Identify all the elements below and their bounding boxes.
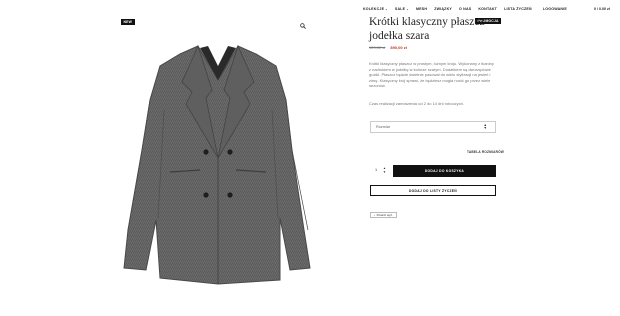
quantity-value: 1 <box>375 168 378 172</box>
product-image[interactable] <box>120 40 316 290</box>
nav-item-kolekcje[interactable]: KOLEKCJE⌄ <box>363 7 388 11</box>
stepper-arrows-icon[interactable]: ▲ ▼ <box>383 166 386 174</box>
back-label: Powrót wyż. <box>376 213 393 217</box>
nav-item-kontakt[interactable]: KONTAKT <box>478 7 497 11</box>
size-table-link[interactable]: TABELA ROZMIARÓW <box>467 150 504 154</box>
cart-link[interactable]: 0 / 0.00 zł <box>594 7 610 11</box>
sale-price: 890,00 zł <box>390 45 407 50</box>
search-icon[interactable] <box>300 23 306 29</box>
size-select-placeholder: Rozmiar <box>376 125 391 129</box>
nav-item-zwiazki[interactable]: ZWIĄZKY <box>434 7 452 11</box>
product-title: Krótki klasyczny płaszcz jodełka szara <box>369 16 485 42</box>
nav-item-login[interactable]: LOGOWANIE <box>543 7 567 11</box>
size-select[interactable]: Rozmiar ▲ ▼ <box>370 121 496 133</box>
old-price: 929,00 zł <box>369 45 386 50</box>
new-badge: NEW <box>121 19 135 25</box>
nav-item-o-nas[interactable]: O NAS <box>459 7 471 11</box>
chevron-left-icon: ‹ <box>374 213 376 217</box>
main-nav: KOLEKCJE⌄ SALE⌄ MESH ZWIĄZKY O NAS KONTA… <box>363 7 567 11</box>
add-to-wishlist-button[interactable]: DODAJ DO LISTY ŻYCZEŃ <box>370 185 496 196</box>
chevron-down-icon: ⌄ <box>385 7 388 11</box>
product-description: Krótki klasyczny płaszcz w prostym, luźn… <box>369 61 494 89</box>
nav-item-mesh[interactable]: MESH <box>416 7 427 11</box>
nav-item-sale[interactable]: SALE⌄ <box>395 7 409 11</box>
coat-illustration <box>123 44 311 285</box>
chevron-down-icon: ⌄ <box>406 7 409 11</box>
lead-time: Czas realizacji zamówienia od 2 do 14 dn… <box>369 101 464 106</box>
add-to-cart-button[interactable]: DODAJ DO KOSZYKA <box>393 165 496 177</box>
quantity-stepper[interactable]: 1 ▲ ▼ <box>373 164 389 178</box>
select-arrows-icon: ▲ ▼ <box>483 122 487 131</box>
nav-item-wishlist[interactable]: LISTA ŻYCZEŃ <box>504 7 532 11</box>
back-button[interactable]: ‹ Powrót wyż. <box>370 212 397 218</box>
price-block: 929,00 zł 890,00 zł <box>369 45 407 50</box>
